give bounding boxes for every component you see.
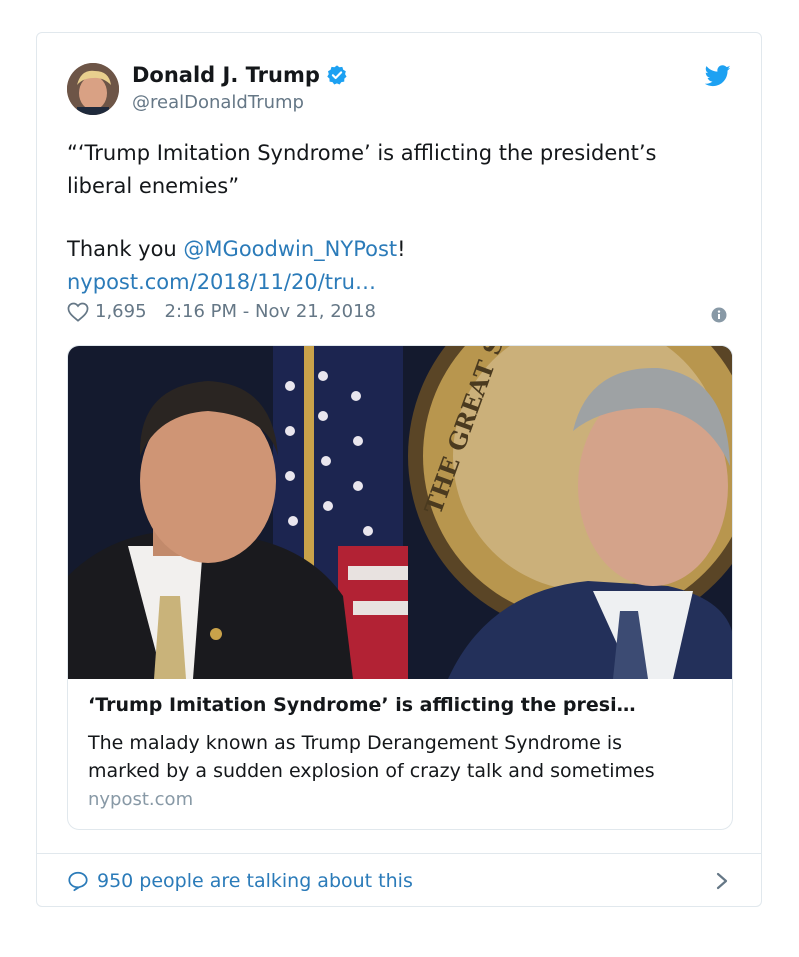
author-handle[interactable]: @realDonaldTrump [132,92,304,113]
tweet-text-line-2: liberal enemies” [67,174,240,198]
mention-link[interactable]: @MGoodwin_NYPost [183,237,397,261]
info-icon[interactable] [711,307,727,323]
like-count[interactable]: 1,695 [95,301,147,322]
heart-icon[interactable] [67,302,89,322]
avatar-image [67,63,119,115]
footer-divider [37,853,761,854]
card-body: ‘Trump Imitation Syndrome’ is afflicting… [68,679,732,829]
verified-badge-icon [327,65,347,85]
card-description-line-2: marked by a sudden explosion of crazy ta… [88,760,655,782]
avatar[interactable] [67,63,119,115]
conversation-link[interactable]: 950 people are talking about this [67,863,413,899]
link-preview-card[interactable]: THE GREAT S ‘Trump Imitation Syndrome’ i… [67,345,733,830]
speech-bubble-icon [68,871,88,892]
talking-count-text[interactable]: 950 people are talking about this [97,870,413,892]
tweet-thanks-line: Thank you @MGoodwin_NYPost! [67,233,737,266]
thanks-text: Thank you [67,237,184,261]
tweet-text: “‘Trump Imitation Syndrome’ is afflictin… [67,137,737,299]
chevron-right-icon[interactable] [715,871,729,891]
tweet-text-line-1: “‘Trump Imitation Syndrome’ is afflictin… [67,141,657,165]
card-title[interactable]: ‘Trump Imitation Syndrome’ is afflicting… [88,694,636,716]
tweet-card: Donald J. Trump @realDonaldTrump “‘Trump… [36,32,762,907]
tweet-meta: 1,695 2:16 PM - Nov 21, 2018 [67,301,376,322]
card-description-line-1: The malady known as Trump Derangement Sy… [88,732,623,754]
article-photo: THE GREAT S [68,346,732,679]
tweet-timestamp[interactable]: 2:16 PM - Nov 21, 2018 [165,301,376,322]
card-domain: nypost.com [88,789,194,810]
article-url-link[interactable]: nypost.com/2018/11/20/tru… [67,266,737,299]
twitter-bird-icon[interactable] [705,65,731,87]
card-description: The malady known as Trump Derangement Sy… [88,729,718,785]
author-row: Donald J. Trump [132,63,348,87]
thanks-suffix: ! [397,237,406,261]
author-name[interactable]: Donald J. Trump [132,63,320,87]
